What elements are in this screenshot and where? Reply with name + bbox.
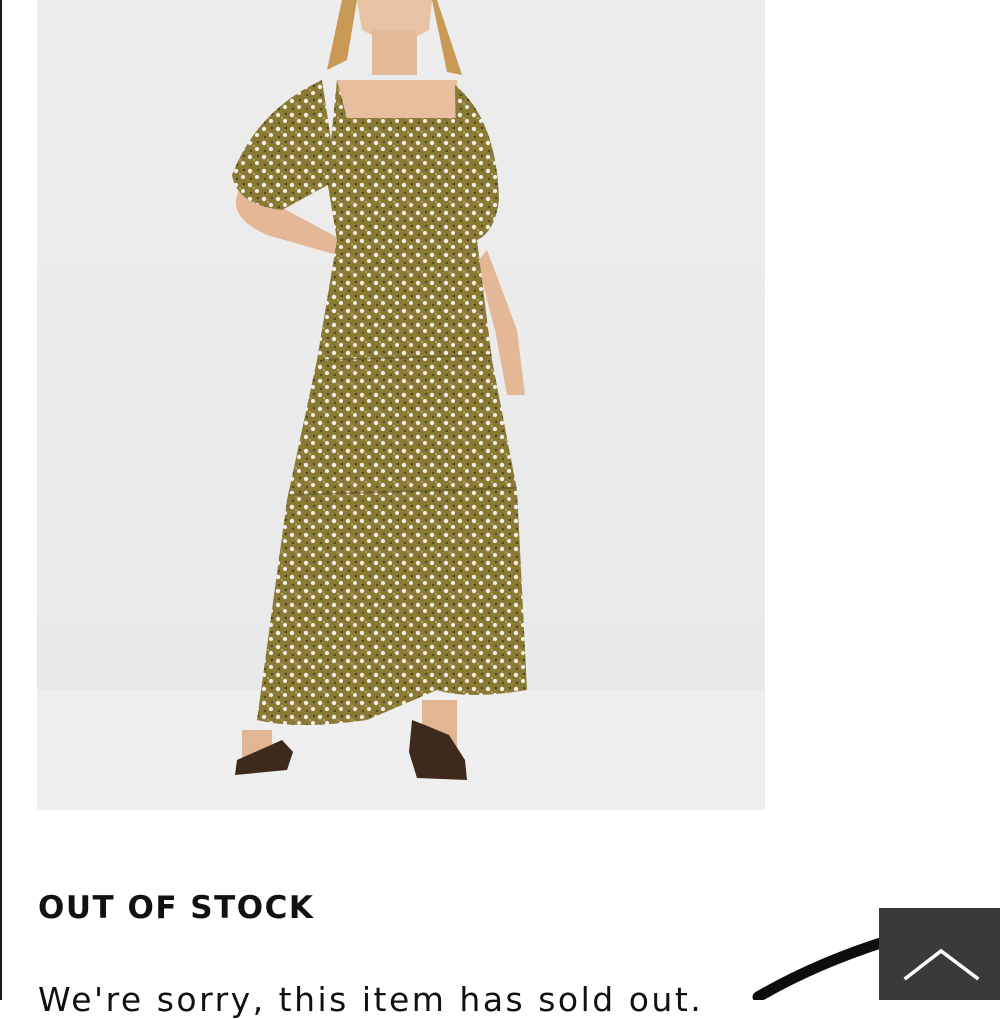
page-left-border: [0, 0, 2, 1000]
out-of-stock-heading: OUT OF STOCK: [38, 890, 315, 926]
product-image[interactable]: [37, 0, 765, 810]
dress-illustration: [37, 0, 765, 810]
scroll-to-top-button[interactable]: [879, 908, 1000, 1000]
chevron-up-icon: [903, 948, 980, 981]
